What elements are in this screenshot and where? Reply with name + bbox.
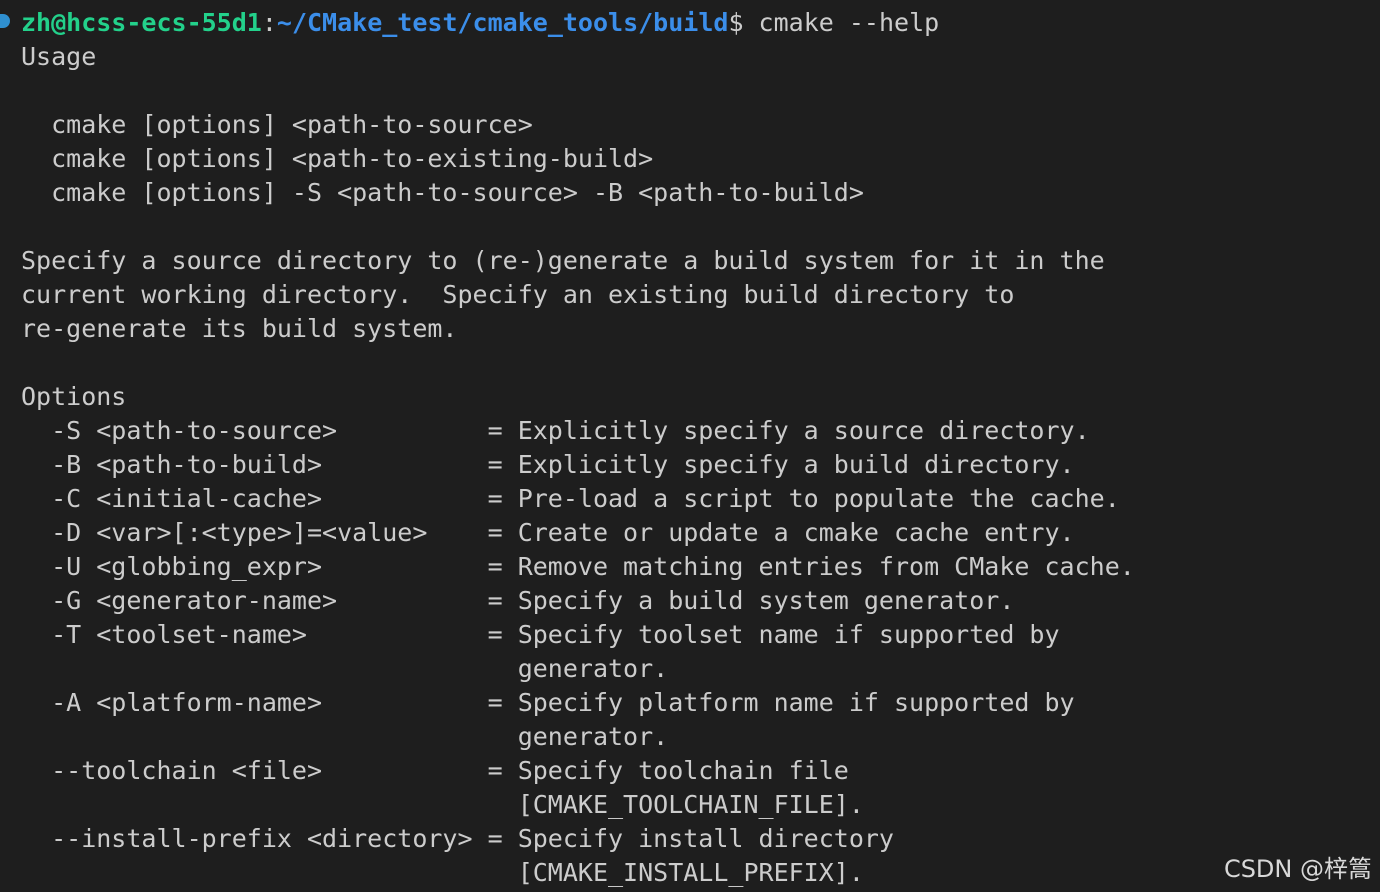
output-line: Options [21,382,127,411]
output-line: [CMAKE_TOOLCHAIN_FILE]. [21,790,864,819]
output-line: Usage [21,42,97,71]
prompt-user-host: zh@hcss-ecs-55d1 [21,8,262,37]
output-line: generator. [21,654,669,683]
output-line: cmake [options] <path-to-existing-build> [21,144,654,173]
output-line: -S <path-to-source> = Explicitly specify… [21,416,1090,445]
output-line: cmake [options] -S <path-to-source> -B <… [21,178,864,207]
output-line: -C <initial-cache> = Pre-load a script t… [21,484,1120,513]
output-line: Specify a source directory to (re-)gener… [21,246,1105,275]
output-line: -G <generator-name> = Specify a build sy… [21,586,1015,615]
output-line: generator. [21,722,669,751]
output-line: cmake [options] <path-to-source> [21,110,533,139]
output-line: --install-prefix <directory> = Specify i… [21,824,894,853]
output-line: [CMAKE_INSTALL_PREFIX]. [21,858,864,887]
prompt-separator: : [261,8,277,37]
output-line: re-generate its build system. [21,314,458,343]
prompt-command: cmake --help [743,8,940,37]
output-line: -T <toolset-name> = Specify toolset name… [21,620,1060,649]
output-line: -A <platform-name> = Specify platform na… [21,688,1075,717]
output-line: -D <var>[:<type>]=<value> = Create or up… [21,518,1075,547]
prompt-symbol: $ [728,8,744,37]
watermark: CSDN @梓篙 [1223,855,1372,883]
command-output: Usage cmake [options] <path-to-source> c… [21,40,1380,890]
output-line: --toolchain <file> = Specify toolchain f… [21,756,849,785]
prompt-line: zh@hcss-ecs-55d1:~/CMake_test/cmake_tool… [21,6,1380,40]
command-decoration-icon[interactable] [0,14,10,28]
terminal-window[interactable]: zh@hcss-ecs-55d1:~/CMake_test/cmake_tool… [0,0,1380,892]
output-line: -B <path-to-build> = Explicitly specify … [21,450,1075,479]
output-line: current working directory. Specify an ex… [21,280,1015,309]
prompt-cwd: ~/CMake_test/cmake_tools/build [276,8,729,37]
output-line: -U <globbing_expr> = Remove matching ent… [21,552,1135,581]
